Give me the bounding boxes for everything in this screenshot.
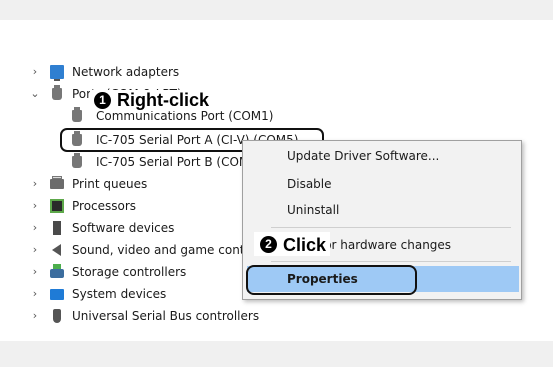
step-number-badge: 2	[260, 236, 277, 254]
chevron-right-icon[interactable]: ›	[30, 284, 40, 304]
chevron-right-icon[interactable]: ›	[30, 174, 40, 194]
port-icon	[52, 85, 62, 100]
chevron-right-icon[interactable]: ›	[30, 240, 40, 260]
tree-item-software-devices[interactable]: › Software devices	[30, 218, 250, 238]
window-bottom-band	[0, 341, 553, 367]
callout-right-click: 1 Right-click	[90, 90, 214, 111]
port-icon	[72, 107, 82, 122]
callout-click: 2 Click	[254, 232, 331, 256]
tree-item-system-devices[interactable]: › System devices	[30, 284, 242, 304]
menu-separator	[271, 261, 511, 262]
speaker-icon	[52, 244, 61, 256]
chevron-down-icon[interactable]: ⌄	[30, 84, 40, 104]
callout-text: Right-click	[117, 90, 210, 110]
tree-item-usb-controllers[interactable]: › Universal Serial Bus controllers	[30, 306, 290, 326]
chevron-right-icon[interactable]: ›	[30, 262, 40, 282]
tree-item-processors[interactable]: › Processors	[30, 196, 250, 216]
chevron-right-icon[interactable]: ›	[30, 218, 40, 238]
callout-text: Click	[283, 234, 327, 255]
click-target-highlight	[246, 265, 417, 295]
menu-separator	[271, 227, 511, 228]
port-icon	[72, 153, 82, 168]
menu-item-update-driver[interactable]: Update Driver Software...	[287, 145, 439, 167]
storage-icon	[50, 264, 64, 278]
chevron-right-icon[interactable]: ›	[30, 306, 40, 326]
processor-icon	[50, 199, 64, 213]
usb-icon	[53, 309, 61, 323]
tree-item-sound-video[interactable]: › Sound, video and game controllers	[30, 240, 242, 260]
printer-icon	[50, 176, 64, 189]
tree-item-storage-controllers[interactable]: › Storage controllers	[30, 262, 242, 282]
tree-item-network-adapters[interactable]: › Network adapters	[30, 62, 290, 82]
tree-item-print-queues[interactable]: › Print queues	[30, 174, 250, 194]
system-icon	[50, 289, 64, 300]
chevron-right-icon[interactable]: ›	[30, 196, 40, 216]
step-number-badge: 1	[94, 92, 111, 109]
menu-item-disable[interactable]: Disable	[287, 173, 332, 195]
software-icon	[53, 221, 61, 235]
menu-item-uninstall[interactable]: Uninstall	[287, 199, 339, 221]
network-icon	[50, 65, 64, 81]
chevron-right-icon[interactable]: ›	[30, 62, 40, 82]
